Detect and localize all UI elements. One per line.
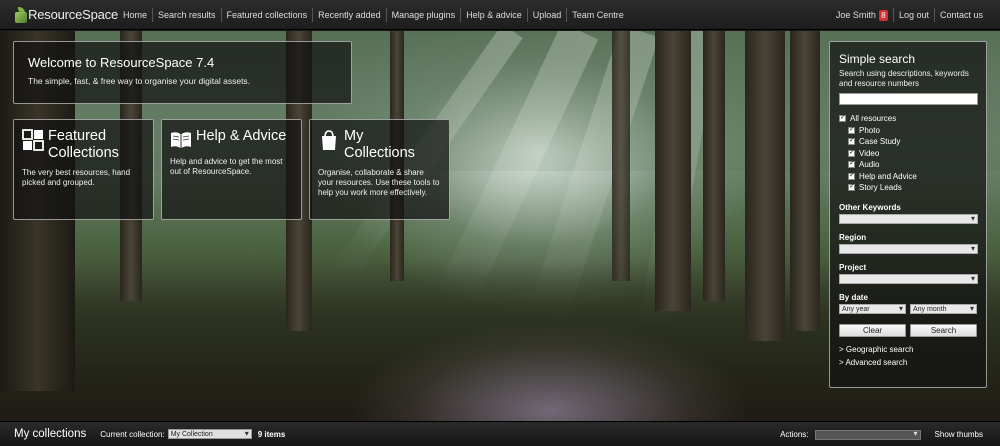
- by-date-label: By date: [839, 292, 868, 302]
- logo-icon: [14, 6, 27, 23]
- checkbox-label: Video: [859, 148, 880, 158]
- checkbox[interactable]: [848, 148, 855, 157]
- project-label: Project: [839, 262, 867, 272]
- user-name: Joe Smith: [835, 10, 876, 20]
- tile-title-line2: Collections: [48, 145, 119, 161]
- advanced-search-link[interactable]: > Advanced search: [839, 358, 977, 367]
- region-select[interactable]: [839, 243, 978, 254]
- checkbox-label: Help and Advice: [859, 171, 917, 181]
- current-collection-label: Current collection:: [100, 429, 165, 439]
- contact-link[interactable]: Contact us: [935, 8, 988, 22]
- collections-bar: My collections Current collection: My Co…: [0, 421, 1000, 446]
- welcome-title: Welcome to ResourceSpace 7.4: [28, 55, 215, 70]
- checkbox-all-resources[interactable]: All resources: [839, 113, 977, 125]
- tile-title-line2: Collections: [344, 145, 415, 161]
- nav-help-advice[interactable]: Help & advice: [461, 7, 528, 22]
- bag-icon: [322, 130, 336, 150]
- checkbox[interactable]: [839, 113, 846, 123]
- nav-team-centre[interactable]: Team Centre: [567, 8, 629, 22]
- clear-button[interactable]: Clear: [839, 323, 906, 337]
- tile-description: Organise, collaborate & share your resou…: [318, 168, 440, 197]
- year-select[interactable]: Any year: [839, 303, 906, 314]
- geographic-search-link[interactable]: > Geographic search: [839, 345, 977, 354]
- search-button[interactable]: Search: [910, 323, 977, 337]
- checkbox[interactable]: [848, 136, 855, 146]
- month-select[interactable]: Any month: [910, 303, 977, 314]
- notification-badge[interactable]: 8: [878, 10, 888, 22]
- other-keywords-label: Other Keywords: [839, 202, 901, 212]
- checkbox-label: Photo: [859, 125, 880, 135]
- checkbox-story-leads[interactable]: Story Leads: [839, 182, 977, 194]
- checkbox[interactable]: [848, 171, 855, 180]
- checkbox-help-and-advice[interactable]: Help and Advice: [839, 171, 977, 183]
- search-title: Simple search: [839, 52, 916, 66]
- user-nav: Joe Smith 8 Log out Contact us: [831, 0, 988, 30]
- collection-item-count: 9 items: [257, 429, 286, 439]
- nav-home[interactable]: Home: [118, 7, 154, 22]
- region-label: Region: [839, 232, 867, 242]
- checkbox-label: Case Study: [859, 137, 901, 147]
- user-profile-link[interactable]: Joe Smith 8: [831, 8, 894, 22]
- tile-description: The very best resources, hand picked and…: [22, 168, 131, 187]
- actions-select[interactable]: [814, 429, 921, 440]
- tile-featured-collections[interactable]: Featured Collections The very best resou…: [13, 119, 154, 220]
- simple-search-panel: Simple search Search using descriptions,…: [829, 41, 987, 388]
- tile-title-line1: Featured: [48, 128, 107, 144]
- top-bar: ResourceSpace Home Search results Featur…: [0, 0, 1000, 30]
- nav-manage-plugins[interactable]: Manage plugins: [387, 7, 462, 22]
- checkbox-case-study[interactable]: Case Study: [839, 136, 977, 148]
- welcome-panel: Welcome to ResourceSpace 7.4 The simple,…: [13, 41, 352, 104]
- welcome-subtitle: The simple, fast, & free way to organise…: [28, 76, 251, 86]
- tile-help-advice[interactable]: Help & Advice Help and advice to get the…: [161, 119, 302, 220]
- grid-icon: [22, 129, 44, 151]
- checkbox-label: All resources: [850, 114, 897, 124]
- show-thumbs-link[interactable]: Show thumbs: [935, 430, 983, 439]
- nav-recently-added[interactable]: Recently added: [313, 7, 387, 22]
- logo[interactable]: ResourceSpace: [0, 6, 118, 23]
- checkbox[interactable]: [848, 125, 855, 134]
- tile-title-line1: Help & Advice: [196, 128, 287, 144]
- project-select[interactable]: [839, 273, 978, 284]
- search-subtitle: Search using descriptions, keywords and …: [839, 69, 969, 88]
- logo-text: ResourceSpace: [28, 7, 118, 22]
- book-icon: [171, 132, 191, 148]
- tile-title-line1: My: [344, 128, 364, 144]
- current-collection-select[interactable]: My Collection: [167, 429, 252, 439]
- checkbox[interactable]: [848, 182, 855, 192]
- nav-upload[interactable]: Upload: [528, 7, 568, 22]
- nav-featured-collections[interactable]: Featured collections: [222, 7, 314, 22]
- checkbox-label: Story Leads: [859, 183, 902, 193]
- search-input[interactable]: [839, 93, 978, 105]
- main-nav: Home Search results Featured collections…: [118, 0, 629, 30]
- logout-link[interactable]: Log out: [894, 8, 935, 22]
- checkbox-label: Audio: [859, 160, 880, 170]
- tile-my-collections[interactable]: My Collections Organise, collaborate & s…: [309, 119, 450, 220]
- other-keywords-select[interactable]: [839, 213, 978, 224]
- checkbox[interactable]: [848, 159, 855, 169]
- checkbox-audio[interactable]: Audio: [839, 159, 977, 171]
- nav-search-results[interactable]: Search results: [153, 7, 222, 22]
- tile-description: Help and advice to get the most out of R…: [170, 157, 283, 176]
- collections-title[interactable]: My collections: [14, 428, 86, 440]
- checkbox-photo[interactable]: Photo: [839, 125, 977, 137]
- actions-label: Actions:: [780, 430, 809, 439]
- checkbox-video[interactable]: Video: [839, 148, 977, 160]
